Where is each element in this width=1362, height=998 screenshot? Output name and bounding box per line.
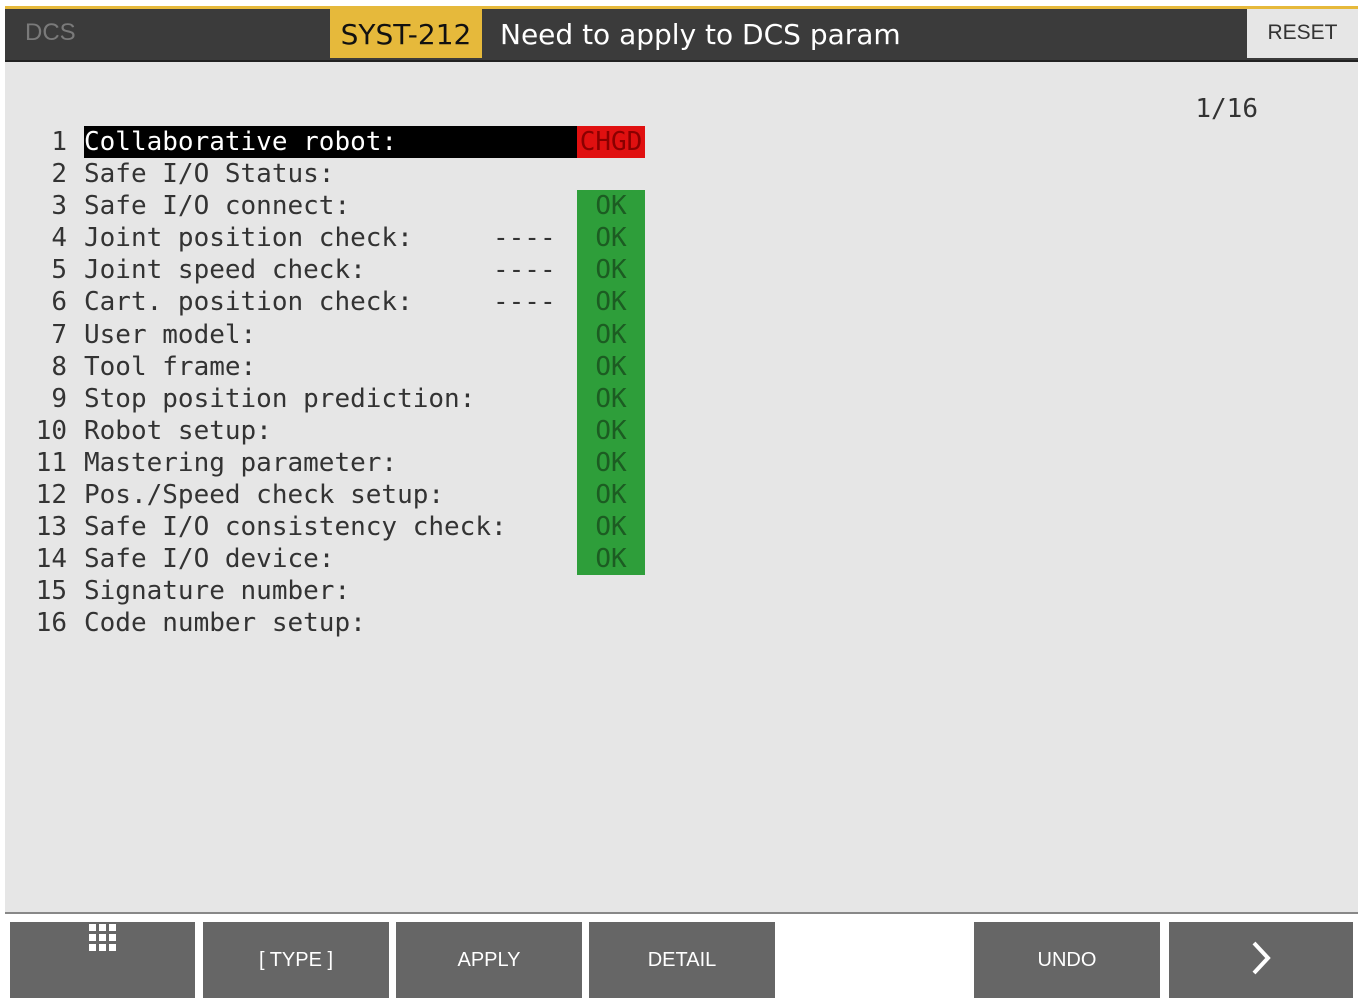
item-number: 4 [51,223,67,254]
alarm-message: Need to apply to DCS param [500,18,901,51]
function-key-bar: [ TYPE ] APPLY DETAIL UNDO [5,912,1358,998]
dcs-item-row[interactable]: 7 User model: OK [5,318,705,351]
dcs-item-row[interactable]: 11 Mastering parameter: OK [5,446,705,480]
item-label: Robot setup: [84,415,272,446]
item-label: Code number setup: [84,608,366,639]
status-badge: OK [577,414,645,447]
dcs-item-row[interactable]: 12 Pos./Speed check setup: OK [5,479,705,512]
item-number: 1 [51,127,67,157]
status-bar: DCS SYST-212 Need to apply to DCS param … [5,9,1358,62]
type-button[interactable]: [ TYPE ] [203,922,389,998]
item-label: Mastering parameter: [84,447,398,478]
item-number: 8 [51,351,67,382]
next-page-button[interactable] [1169,922,1353,998]
item-dash-value: ---- [493,287,556,318]
status-badge: OK [577,382,645,415]
item-label: Safe I/O consistency check: [84,512,507,543]
grid-icon [88,924,116,951]
status-badge: OK [577,350,645,383]
status-badge: OK [577,479,645,512]
item-number: 9 [51,383,67,414]
item-label: Joint speed check: [84,255,366,286]
item-number: 6 [51,287,67,318]
item-label: Stop position prediction: [84,383,476,414]
item-number: 11 [35,447,67,478]
status-badge: OK [577,190,645,223]
page-indicator: 1/16 [1195,94,1258,124]
status-badge: CHGD [577,126,645,159]
dcs-item-row[interactable]: 14 Safe I/O device: OK [5,543,705,576]
item-number: 2 [51,159,67,190]
item-label: Safe I/O connect: [84,191,351,222]
item-dash-value: ---- [493,255,556,286]
item-label: Safe I/O device: [84,544,335,575]
chevron-right-icon [1252,941,1271,975]
status-badge: OK [577,222,645,255]
item-label: Joint position check: [84,223,413,254]
item-label: Collaborative robot: [84,126,577,158]
dcs-main-panel: 1/16 1 Collaborative robot: CHGD 2 Safe I/O … [5,62,1358,912]
dcs-item-row[interactable]: 9 Stop position prediction: OK [5,382,705,415]
dcs-item-row[interactable]: 8 Tool frame: OK [5,350,705,383]
dcs-item-row[interactable]: 6 Cart. position check: ---- OK [5,286,705,319]
item-label: Safe I/O Status: [84,159,335,190]
status-badge: OK [577,543,645,576]
dcs-item-row[interactable]: 10 Robot setup: OK [5,414,705,447]
dcs-item-row[interactable]: 4 Joint position check: ---- OK [5,222,705,255]
item-label: Pos./Speed check setup: [84,480,445,511]
app-name: DCS [25,19,76,46]
apply-button[interactable]: APPLY [396,922,582,998]
item-number: 10 [35,415,67,446]
item-label: Cart. position check: [84,287,413,318]
undo-button[interactable]: UNDO [974,922,1160,998]
item-number: 15 [35,576,67,607]
menu-button[interactable] [10,922,195,998]
dcs-item-row[interactable]: 2 Safe I/O Status: [5,158,705,190]
item-number: 14 [35,544,67,575]
dcs-item-row[interactable]: 1 Collaborative robot: CHGD [5,126,705,159]
item-number: 13 [35,512,67,543]
item-number: 12 [35,480,67,511]
dcs-item-row[interactable]: 5 Joint speed check: ---- OK [5,254,705,287]
status-badge: OK [577,318,645,351]
item-number: 5 [51,255,67,286]
item-dash-value: ---- [493,223,556,254]
dcs-item-row[interactable]: 16 Code number setup: [5,607,705,639]
item-number: 16 [35,608,67,639]
reset-button[interactable]: RESET [1247,9,1358,58]
dcs-item-row[interactable]: 15 Signature number: [5,575,705,607]
item-label: Tool frame: [84,351,257,382]
item-number: 3 [51,191,67,222]
dcs-item-row[interactable]: 3 Safe I/O connect: OK [5,190,705,223]
status-badge: OK [577,511,645,544]
item-label: User model: [84,319,257,350]
status-badge: OK [577,446,645,480]
item-number: 7 [51,319,67,350]
item-label: Signature number: [84,576,351,607]
detail-button[interactable]: DETAIL [589,922,775,998]
status-badge: OK [577,254,645,287]
dcs-item-list: 1 Collaborative robot: CHGD 2 Safe I/O Statu… [5,126,705,640]
dcs-item-row[interactable]: 13 Safe I/O consistency check: OK [5,511,705,544]
alarm-code: SYST-212 [330,9,482,58]
status-badge: OK [577,286,645,319]
